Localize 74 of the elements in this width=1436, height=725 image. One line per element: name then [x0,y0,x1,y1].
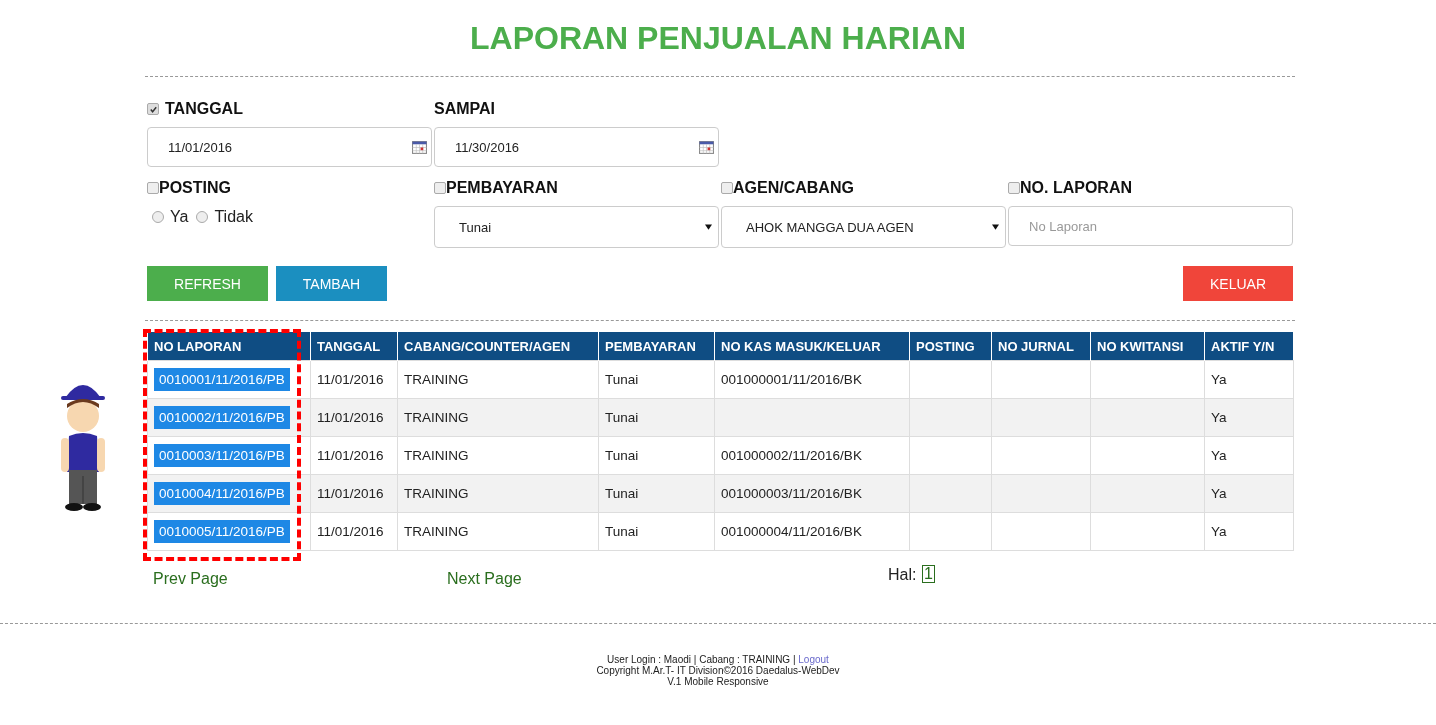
field-label: TANGGAL [165,100,243,118]
checkbox[interactable] [1008,182,1020,194]
page-label: Hal: [888,566,917,584]
column-header: AKTIF Y/N [1204,332,1293,361]
table-cell: Ya [1204,398,1293,437]
table-cell: Ya [1204,512,1293,551]
prev-page-link[interactable]: Prev Page [153,570,228,588]
report-link[interactable]: 0010005/11/2016/PB [154,520,290,543]
footer-text: Copyright M.Ar.T- IT Division©2016 Daedalus-WebDev [595,665,841,676]
table-cell: Ya [1204,474,1293,513]
table-cell: Tunai [598,398,715,437]
table-cell: 11/01/2016 [310,512,398,551]
field-label: NO. LAPORAN [1020,179,1132,197]
table-cell: 11/01/2016 [310,436,398,475]
date-field[interactable]: 11/30/2016 [434,127,719,167]
column-header: NO JURNAL [991,332,1091,361]
dropdown[interactable]: AHOK MANGGA DUA AGEN [721,206,1006,248]
action-button[interactable]: REFRESH [147,266,268,301]
column-header: NO LAPORAN [147,332,311,361]
table-cell: 11/01/2016 [310,474,398,513]
table-cell: Tunai [598,360,715,399]
caret-icon [992,224,999,230]
table-cell: TRAINING [397,360,599,399]
column-header: TANGGAL [310,332,398,361]
radio-button[interactable] [152,211,164,223]
table-cell: TRAINING [397,398,599,437]
radio-button[interactable] [196,211,209,223]
column-header: PEMBAYARAN [598,332,715,361]
table-cell: Tunai [598,436,715,475]
table-cell: TRAINING [397,512,599,551]
table-cell: 001000003/11/2016/BK [714,474,910,513]
checkbox[interactable] [721,182,733,194]
report-link[interactable]: 0010003/11/2016/PB [154,444,290,467]
radio-label: Ya [170,208,189,226]
report-link[interactable]: 0010004/11/2016/PB [154,482,290,505]
table-cell: Tunai [598,512,715,551]
table-cell: Ya [1204,436,1293,475]
logout-link[interactable]: Logout [798,654,829,665]
table-cell: TRAINING [397,474,599,513]
field-label: SAMPAI [434,100,496,118]
next-page-link[interactable]: Next Page [447,570,522,588]
checkbox[interactable] [147,182,159,194]
field-label: AGEN/CABANG [733,179,854,197]
input-field[interactable]: No Laporan [1008,206,1293,246]
table-cell: 11/01/2016 [310,360,398,399]
checkbox[interactable] [434,182,446,194]
radio-label: Tidak [214,208,253,226]
table-cell: Tunai [598,474,715,513]
field-label: PEMBAYARAN [446,179,558,197]
report-link[interactable]: 0010001/11/2016/PB [154,368,290,391]
footer-text: V.1 Mobile Responsive [666,676,770,687]
dropdown[interactable]: Tunai [434,206,719,248]
table-cell: Ya [1204,360,1293,399]
table-cell: 11/01/2016 [310,398,398,437]
date-field[interactable]: 11/01/2016 [147,127,432,167]
footer-text: User Login : Maodi | Cabang : TRAINING | [607,654,796,665]
table-cell: 001000002/11/2016/BK [714,436,910,475]
checkbox[interactable] [147,103,159,115]
calendar-icon[interactable] [699,140,714,154]
page-title: LAPORAN PENJUALAN HARIAN [469,19,967,57]
column-header: NO KWITANSI [1090,332,1205,361]
table-cell: 001000001/11/2016/BK [714,360,910,399]
report-link[interactable]: 0010002/11/2016/PB [154,406,290,429]
page-number[interactable]: 1 [922,565,935,583]
column-header: CABANG/COUNTER/AGEN [397,332,599,361]
column-header: NO KAS MASUK/KELUAR [714,332,910,361]
action-button[interactable]: KELUAR [1183,266,1293,301]
action-button[interactable]: TAMBAH [276,266,387,301]
table-cell: 001000004/11/2016/BK [714,512,910,551]
field-label: POSTING [159,179,231,197]
caret-icon [705,224,712,230]
table-cell: TRAINING [397,436,599,475]
column-header: POSTING [909,332,992,361]
calendar-icon[interactable] [412,140,427,154]
